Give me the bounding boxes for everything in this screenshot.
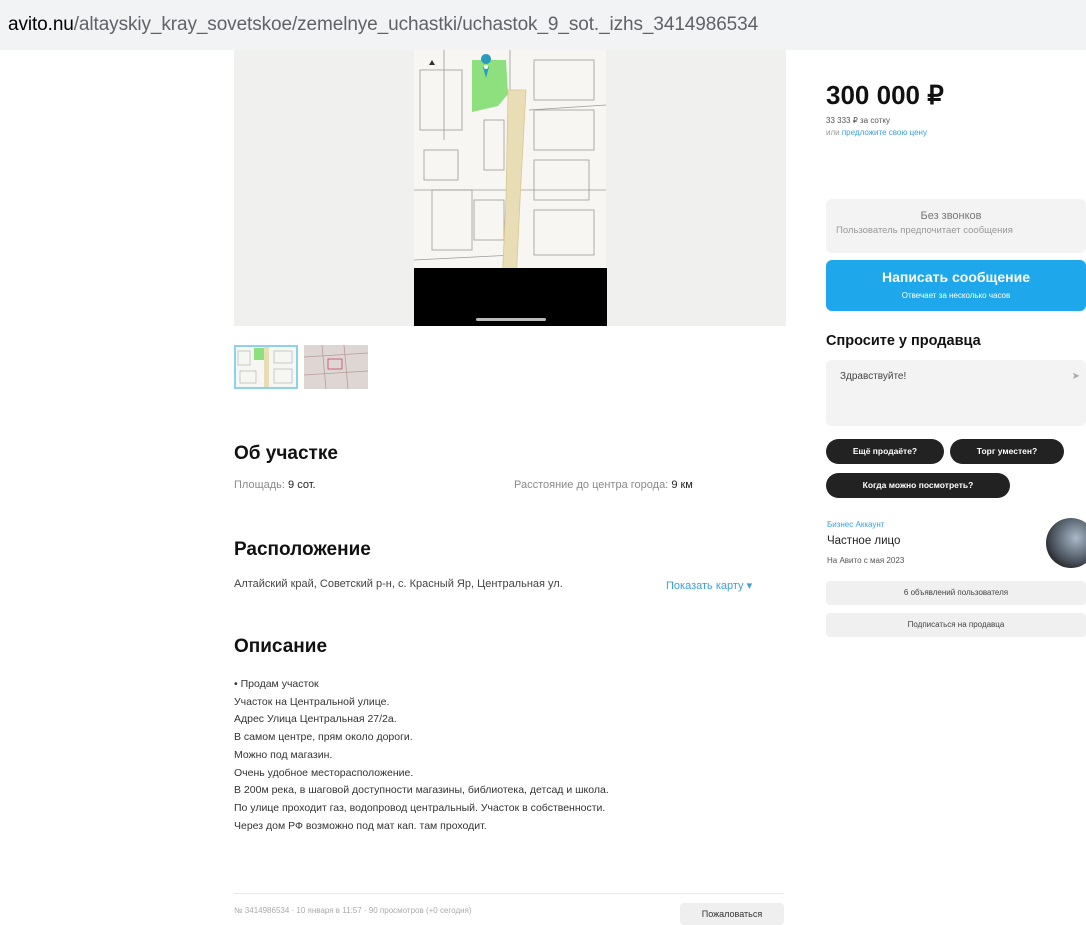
- chip-bargain[interactable]: Торг уместен?: [950, 439, 1064, 464]
- response-time-label: Отвечает за несколько часов: [901, 291, 1011, 300]
- address-text: Алтайский край, Советский р-н, с. Красны…: [234, 578, 563, 590]
- area-property: Площадь: 9 сот.: [234, 479, 316, 491]
- distance-label: Расстояние до центра города:: [514, 479, 669, 491]
- description-text: • Продам участок Участок на Центральной …: [234, 676, 609, 835]
- listing-gallery[interactable]: [234, 50, 786, 326]
- chip-when-view[interactable]: Когда можно посмотреть?: [826, 473, 1010, 498]
- location-section-title: Расположение: [234, 539, 371, 560]
- footer-divider: [234, 893, 784, 894]
- send-arrow-icon[interactable]: ➤: [1072, 371, 1080, 382]
- business-account-link[interactable]: Бизнес Аккаунт: [827, 520, 884, 529]
- thumbnail-map-image: [234, 345, 298, 389]
- offer-prefix: или: [826, 128, 840, 137]
- description-line: Через дом РФ возможно под мат кап. там п…: [234, 819, 487, 832]
- chip-still-selling[interactable]: Ещё продаёте?: [826, 439, 944, 464]
- listing-meta: № 3414986534 · 10 января в 11:57 · 90 пр…: [234, 906, 472, 915]
- browser-url-bar[interactable]: avito.nu/altayskiy_kray_sovetskoe/zemeln…: [0, 0, 1086, 50]
- seller-since: На Авито с мая 2023: [827, 556, 905, 565]
- area-label: Площадь:: [234, 479, 285, 491]
- ask-seller-input[interactable]: Здравствуйте! ➤: [826, 360, 1086, 426]
- description-line: Участок на Центральной улице.: [234, 695, 390, 708]
- area-value: 9 сот.: [288, 479, 316, 491]
- price-per-sotka: 33 333 ₽ за сотку: [826, 116, 890, 125]
- seller-type[interactable]: Частное лицо: [827, 535, 900, 547]
- ask-seller-title: Спросите у продавца: [826, 333, 981, 349]
- gallery-thumbnails: [234, 345, 368, 389]
- url-text[interactable]: avito.nu/altayskiy_kray_sovetskoe/zemeln…: [8, 14, 758, 36]
- about-section-title: Об участке: [234, 443, 338, 464]
- description-line: В 200м река, в шаговой доступности магаз…: [234, 784, 609, 797]
- description-line: Можно под магазин.: [234, 748, 333, 761]
- description-line: По улице проходит газ, водопровод центра…: [234, 801, 606, 814]
- thumbnail-cadastral[interactable]: [304, 345, 368, 389]
- offer-price-link[interactable]: предложите свою цену: [842, 128, 927, 137]
- gallery-scroll-handle[interactable]: [476, 318, 546, 321]
- subscribe-seller-button[interactable]: Подписаться на продавца: [826, 613, 1086, 637]
- description-section-title: Описание: [234, 636, 328, 657]
- no-calls-subtitle: Пользователь предпочитает сообщения: [836, 225, 1013, 236]
- ask-seller-text: Здравствуйте!: [840, 371, 907, 382]
- distance-property: Расстояние до центра города: 9 км: [514, 479, 693, 491]
- price: 300 000 ₽: [826, 80, 944, 110]
- description-line: • Продам участок: [234, 678, 319, 690]
- show-map-link[interactable]: Показать карту ▾: [666, 579, 752, 592]
- thumbnail-cadastral-image: [304, 345, 368, 389]
- no-calls-box: Без звонков Пользователь предпочитает со…: [826, 199, 1086, 253]
- user-ads-button[interactable]: 6 объявлений пользователя: [826, 581, 1086, 605]
- description-line: В самом центре, прям около дороги.: [234, 731, 413, 744]
- write-message-button[interactable]: Написать сообщение Отвечает за несколько…: [826, 260, 1086, 311]
- thumbnail-map[interactable]: [234, 345, 298, 389]
- distance-value: 9 км: [671, 479, 693, 491]
- description-line: Очень удобное месторасположение.: [234, 766, 414, 779]
- write-message-label: Написать сообщение: [881, 269, 1031, 285]
- no-calls-title: Без звонков: [920, 210, 982, 222]
- avatar[interactable]: [1046, 518, 1086, 568]
- offer-price-line: или предложите свою цену: [826, 128, 927, 137]
- description-line: Адрес Улица Центральная 27/2а.: [234, 713, 397, 726]
- report-button[interactable]: Пожаловаться: [680, 903, 784, 925]
